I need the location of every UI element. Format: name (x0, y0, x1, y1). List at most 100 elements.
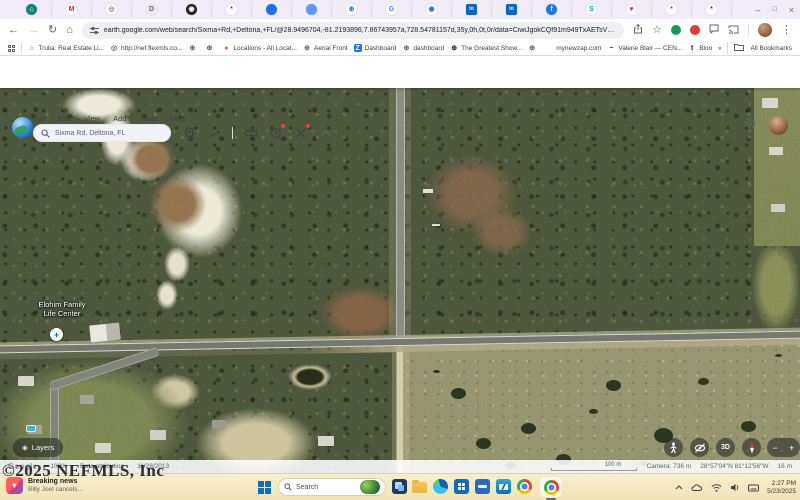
pinned-tab[interactable]: ⌂ (12, 2, 52, 17)
bookmark-favicon-icon: ⊕ (528, 44, 536, 52)
touch-keyboard-icon[interactable] (748, 484, 759, 492)
compass[interactable] (742, 438, 761, 457)
taskbar-app-chrome[interactable] (517, 479, 533, 495)
onedrive-cloud-icon[interactable] (691, 483, 703, 492)
menu-kebab-icon[interactable]: ⋮ (781, 25, 792, 36)
pinned-tab[interactable] (292, 2, 332, 17)
menu-item[interactable]: View (84, 114, 100, 123)
bookmark-item[interactable]: mynewzap.com (545, 44, 601, 52)
taskbar-app-edge[interactable] (433, 479, 449, 495)
placemark-pin-icon[interactable] (182, 126, 196, 140)
pinned-tab-favicon-icon: D (146, 4, 157, 15)
wifi-icon[interactable] (711, 484, 722, 492)
volume-icon[interactable] (730, 483, 740, 492)
pegman-button[interactable] (664, 438, 683, 457)
pinned-tab[interactable]: * (212, 2, 252, 17)
menu-item[interactable]: Add (113, 114, 126, 123)
pinned-tab[interactable]: ⊕ (332, 2, 372, 17)
pinned-tab[interactable]: S (572, 2, 612, 17)
pinned-tab[interactable]: ◎ (92, 2, 132, 17)
taskbar-app-store[interactable] (454, 479, 470, 495)
pinned-tab[interactable]: M (52, 2, 92, 17)
search-icon (41, 129, 50, 138)
extension-green-icon[interactable] (671, 25, 681, 35)
close-button[interactable]: × (789, 5, 794, 15)
news-widget[interactable]: ♥ Breaking news Billy Joel cancels... (6, 477, 83, 494)
taskbar-search[interactable]: Search (278, 478, 386, 496)
3d-button[interactable]: 3D (716, 438, 735, 457)
address-bar[interactable]: earth.google.com/web/search/Sixma+Rd,+De… (82, 22, 624, 39)
camera-altitude: Camera: 736 m (646, 463, 691, 470)
pinned-tab[interactable]: ♥ (612, 2, 652, 17)
collapse-toolbar-chevron-icon[interactable] (319, 126, 333, 140)
pinned-tab[interactable]: in (492, 2, 532, 17)
minimize-button[interactable]: – (755, 5, 760, 15)
bookmark-item[interactable]: ⌂Trulia: Real Estate Li... (27, 44, 104, 52)
layers-button[interactable]: ◈ Layers (13, 438, 63, 457)
taskbar-app-chrome-active[interactable] (540, 477, 562, 497)
bookmark-item[interactable]: ⊕The Greatest Show... (450, 44, 522, 52)
task-view-button[interactable] (392, 479, 407, 494)
bookmark-item[interactable]: ●Locations - All Locat... (222, 44, 297, 52)
pinned-tab[interactable]: * (692, 2, 732, 17)
data-attribution-link[interactable]: Data attribution (80, 463, 124, 470)
taskbar-clock[interactable]: 2:27 PM 5/23/2025 (767, 480, 796, 496)
all-bookmarks-button[interactable]: All Bookmarks (750, 45, 792, 52)
apps-grid-icon[interactable] (8, 45, 15, 52)
menu-item[interactable]: Edit (58, 114, 71, 123)
menu-item[interactable]: Tools (140, 114, 158, 123)
taskbar-app-outlook[interactable] (496, 479, 512, 495)
pinned-tab[interactable]: D (132, 2, 172, 17)
pinned-tab[interactable]: G (372, 2, 412, 17)
site-info-icon[interactable] (90, 26, 99, 35)
cast-icon[interactable] (728, 21, 739, 39)
bookmark-item[interactable]: ⊕dashboard (402, 44, 444, 52)
bookmark-item[interactable]: ◎http://nef.flexmls.co... (110, 44, 182, 52)
poi-marker-icon[interactable]: + (50, 328, 63, 341)
zoom-in-button[interactable]: + (789, 443, 794, 453)
bookmark-item[interactable]: ⊕ (205, 44, 216, 52)
forward-icon[interactable]: → (28, 25, 39, 36)
pinned-tab[interactable] (252, 2, 292, 17)
earth-account-avatar[interactable] (769, 116, 788, 135)
bookmarks-overflow-chevron[interactable]: » (718, 45, 722, 52)
hide-photos-eye-icon[interactable] (690, 438, 709, 457)
search-highlight-thumbnail[interactable] (360, 480, 380, 494)
pinned-tab[interactable]: ◉ (172, 2, 212, 17)
home-icon[interactable]: ⌂ (66, 25, 73, 36)
earth-search-input[interactable]: Sixma Rd, Deltona, FL (33, 124, 171, 142)
share-icon[interactable] (633, 21, 643, 39)
taskbar-app-file-explorer[interactable] (412, 479, 428, 495)
draw-path-icon[interactable] (207, 126, 221, 140)
bookmark-favicon-icon: t (688, 44, 696, 52)
maximize-button[interactable]: □ (773, 6, 777, 13)
historical-imagery-clock-icon[interactable] (269, 126, 283, 140)
measure-ruler-icon[interactable] (244, 126, 258, 140)
hidden-icons-chevron[interactable] (675, 485, 683, 490)
bookmark-item[interactable]: ⊕ (528, 44, 539, 52)
crossed-tools-icon[interactable] (294, 126, 308, 140)
bookmark-star-icon[interactable]: ☆ (652, 25, 662, 36)
menu-item[interactable]: File (33, 114, 45, 123)
start-button[interactable] (258, 481, 271, 494)
extension-adblock-icon[interactable] (690, 25, 700, 35)
folder-icon (734, 43, 744, 53)
pinned-tab[interactable]: ◉ (412, 2, 452, 17)
taskbar-app-pinned[interactable] (475, 479, 491, 495)
menu-item[interactable]: Help (170, 114, 185, 123)
profile-avatar[interactable] (758, 23, 772, 37)
zoom-out-button[interactable]: − (773, 443, 778, 453)
pinned-tab[interactable]: f (532, 2, 572, 17)
pinned-tab[interactable]: * (652, 2, 692, 17)
reload-icon[interactable]: ↻ (48, 25, 57, 36)
bookmark-item[interactable]: ⊕Aerial Front (303, 44, 348, 52)
bookmark-item[interactable]: tBlood, Urine & Oth... (688, 44, 712, 52)
bookmark-item[interactable]: ZDashboard (354, 44, 397, 52)
bookmark-item[interactable]: ⊕ (188, 44, 199, 52)
bookmark-item[interactable]: ~Valerie Blair — CEN... (607, 44, 682, 52)
back-icon[interactable]: ← (8, 25, 19, 36)
pinned-tab[interactable]: in (452, 2, 492, 17)
map-viewport[interactable]: Elohim Family Life Center + ◈ Layers 3D … (0, 88, 800, 473)
extension-chat-icon[interactable] (709, 21, 719, 39)
settings-gear-icon[interactable] (743, 116, 757, 135)
